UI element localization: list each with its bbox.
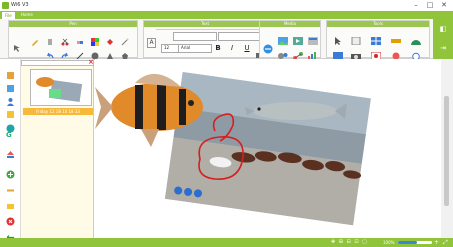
record-icon[interactable] [370, 45, 382, 61]
style-select[interactable] [173, 32, 217, 41]
gears-icon[interactable] [278, 45, 288, 59]
app-logo-icon [2, 2, 9, 9]
highlighter-icon[interactable] [46, 31, 54, 45]
italic-button[interactable]: I [228, 44, 236, 52]
ruler-tool-icon[interactable] [391, 30, 401, 43]
image-icon[interactable] [278, 30, 288, 45]
left-toolbar: G [0, 59, 21, 240]
google-search-icon[interactable]: G [6, 131, 15, 140]
tab-home[interactable]: Home [18, 11, 36, 19]
minimize-button[interactable]: – [410, 0, 422, 11]
browser-icon[interactable] [263, 39, 273, 54]
camera-icon[interactable] [351, 45, 361, 60]
undo-icon[interactable] [46, 45, 54, 59]
pentagon-tool-icon[interactable] [121, 45, 129, 59]
pen-group-title: Pen [9, 21, 137, 27]
color-palette-icon[interactable] [91, 31, 99, 46]
panel-pin-icon[interactable]: ⇥ [437, 44, 449, 53]
add-page-icon[interactable] [6, 65, 15, 79]
close-button[interactable]: ✕ [438, 0, 450, 11]
eraser-icon[interactable] [76, 31, 84, 44]
tab-file[interactable]: File [1, 11, 16, 19]
divider [156, 29, 266, 30]
panel-toggle-icon[interactable]: ◧ [437, 25, 449, 34]
page-date-label: Friday 12 18 10 18 33 [23, 108, 93, 115]
media-group-title: Media [260, 21, 320, 27]
pointer-tool-icon[interactable] [333, 30, 343, 45]
document-icon[interactable] [351, 30, 361, 46]
style-select-2[interactable] [218, 32, 262, 41]
protractor-icon[interactable] [411, 30, 421, 45]
page-thumbnail[interactable] [30, 69, 92, 106]
text-group-title: Text [144, 21, 266, 27]
text-box-icon[interactable]: A [147, 38, 156, 48]
page-search-input[interactable] [21, 60, 94, 66]
zoom-slider-fill [398, 241, 417, 244]
zoom-in-icon[interactable]: + [434, 238, 442, 247]
zoom-level: 100% [383, 240, 395, 245]
circle-tool-icon[interactable] [91, 45, 99, 60]
move-icon[interactable] [6, 180, 15, 192]
table-tool-icon[interactable] [371, 30, 381, 45]
tools-group-title: Tools [327, 21, 429, 27]
tools-group: Tools [326, 20, 430, 61]
molecule-icon[interactable] [293, 45, 303, 60]
redo-icon[interactable] [61, 45, 69, 59]
scrollbar-thumb[interactable] [444, 96, 449, 206]
screen-capture-icon[interactable] [333, 45, 343, 60]
user-icon[interactable] [6, 91, 15, 106]
spotlight-icon[interactable] [391, 45, 401, 60]
web-page-icon[interactable] [308, 30, 318, 45]
delete-icon[interactable] [6, 211, 15, 226]
fill-bucket-icon[interactable] [106, 31, 114, 45]
bold-button[interactable]: B [214, 44, 222, 52]
line-tool-icon[interactable] [76, 45, 84, 60]
chart-icon[interactable] [308, 45, 318, 60]
pen-group: Pen [8, 20, 138, 60]
media-group: Media [259, 20, 321, 60]
layer-up-icon[interactable] [6, 144, 15, 158]
triangle-tool-icon[interactable] [106, 45, 114, 59]
stop-icon[interactable] [6, 118, 15, 133]
pen-icon[interactable] [31, 31, 39, 46]
select-arrow-icon[interactable] [13, 37, 21, 52]
view-controls-icons[interactable]: ✥ ⊞ ⊟ ⊡ ▢ [331, 239, 371, 246]
swap-icon[interactable] [6, 227, 15, 240]
duplicate-page-icon[interactable] [6, 78, 15, 92]
window-title: Wi6 V3 [11, 2, 29, 8]
menu-bar [0, 11, 453, 19]
move-down-icon[interactable] [6, 196, 15, 209]
add-icon[interactable] [6, 164, 15, 179]
font-name-select[interactable]: Arial [178, 44, 212, 53]
magic-wand-icon[interactable] [121, 31, 129, 46]
video-icon[interactable] [293, 30, 303, 45]
scissors-icon[interactable] [61, 31, 69, 46]
close-panel-icon[interactable]: × [88, 59, 95, 66]
whiteboard-canvas[interactable] [95, 59, 441, 238]
title-bar [0, 0, 453, 11]
timer-icon[interactable] [411, 45, 421, 61]
underline-button[interactable]: U [243, 44, 251, 52]
maximize-button[interactable]: □ [424, 0, 436, 11]
text-group: Text A 12 Arial B I U [143, 20, 267, 58]
note-icon[interactable] [6, 104, 15, 118]
fit-screen-icon[interactable]: ⤢ [443, 238, 451, 247]
